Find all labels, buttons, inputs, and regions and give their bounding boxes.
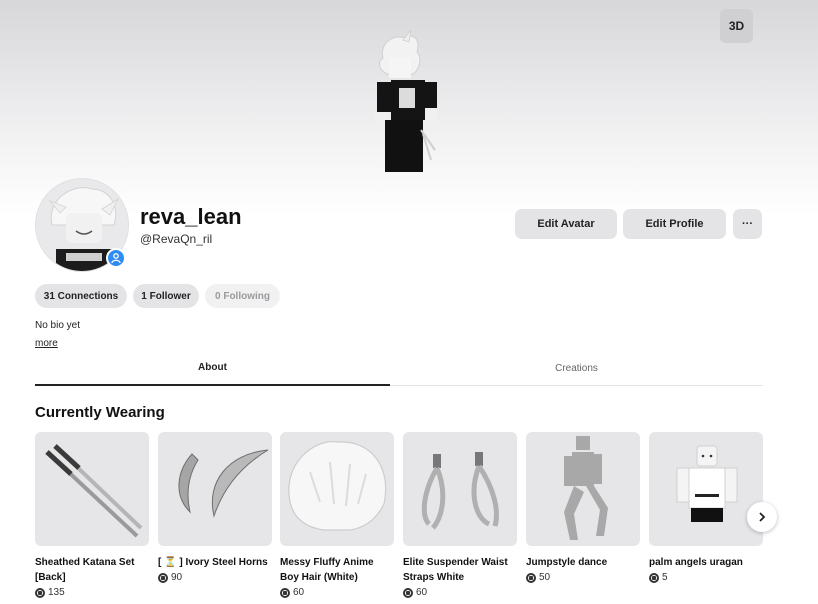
robux-icon: [403, 587, 413, 598]
wearing-item[interactable]: Messy Fluffy Anime Boy Hair (White) 60: [280, 432, 394, 598]
item-thumbnail[interactable]: [526, 432, 640, 546]
chevron-right-icon: [759, 512, 766, 522]
robux-icon: [649, 572, 659, 583]
robux-icon: [35, 587, 45, 598]
wearing-item[interactable]: Jumpstyle dance 50: [526, 432, 640, 583]
avatar-3d-figure[interactable]: [355, 30, 445, 180]
3d-toggle-button[interactable]: 3D: [720, 9, 753, 43]
item-thumbnail[interactable]: [35, 432, 149, 546]
robux-icon: [526, 572, 536, 583]
followers-pill[interactable]: 1 Follower: [133, 284, 199, 308]
item-name[interactable]: Sheathed Katana Set [Back]: [35, 555, 149, 585]
more-options-button[interactable]: ···: [733, 209, 762, 239]
bio-text: No bio yet: [35, 320, 81, 331]
item-name[interactable]: [ ⏳ ] Ivory Steel Horns: [158, 555, 272, 570]
item-price: 60: [280, 587, 394, 598]
display-name: reva_lean: [140, 204, 242, 229]
katana-icon: [45, 444, 143, 538]
edit-profile-button[interactable]: Edit Profile: [623, 209, 726, 239]
horns-icon: [178, 449, 269, 518]
item-price: 135: [35, 587, 149, 598]
item-name[interactable]: Messy Fluffy Anime Boy Hair (White): [280, 555, 394, 585]
bio-more-link[interactable]: more: [35, 338, 58, 349]
profile-tabs: About Creations: [35, 350, 763, 386]
item-price: 90: [158, 572, 272, 583]
tab-about[interactable]: About: [35, 350, 390, 386]
item-price: 50: [526, 572, 640, 583]
username: @RevaQn_ril: [140, 232, 213, 246]
item-thumbnail[interactable]: [280, 432, 394, 546]
tab-creations[interactable]: Creations: [390, 350, 763, 386]
item-name[interactable]: palm angels uragan: [649, 555, 763, 570]
carousel-next-button[interactable]: [747, 502, 777, 532]
wearing-item[interactable]: [ ⏳ ] Ivory Steel Horns 90: [158, 432, 272, 583]
verified-badge-icon: [106, 248, 126, 268]
wearing-item[interactable]: Sheathed Katana Set [Back] 135: [35, 432, 149, 598]
item-name[interactable]: Jumpstyle dance: [526, 555, 640, 570]
following-pill[interactable]: 0 Following: [205, 284, 280, 308]
straps-icon: [421, 452, 499, 530]
item-price: 5: [649, 572, 763, 583]
robux-icon: [158, 572, 168, 583]
robux-icon: [280, 587, 290, 598]
shirt-icon: [676, 445, 738, 522]
currently-wearing-title: Currently Wearing: [35, 404, 165, 421]
item-thumbnail[interactable]: [158, 432, 272, 546]
wearing-item[interactable]: palm angels uragan 5: [649, 432, 763, 583]
item-thumbnail[interactable]: [649, 432, 763, 546]
connections-pill[interactable]: 31 Connections: [35, 284, 127, 308]
hair-icon: [288, 440, 387, 531]
wearing-item[interactable]: Elite Suspender Waist Straps White 60: [403, 432, 517, 598]
edit-avatar-button[interactable]: Edit Avatar: [515, 209, 617, 239]
item-thumbnail[interactable]: [403, 432, 517, 546]
dance-icon: [564, 436, 608, 540]
item-name[interactable]: Elite Suspender Waist Straps White: [403, 555, 517, 585]
item-price: 60: [403, 587, 517, 598]
